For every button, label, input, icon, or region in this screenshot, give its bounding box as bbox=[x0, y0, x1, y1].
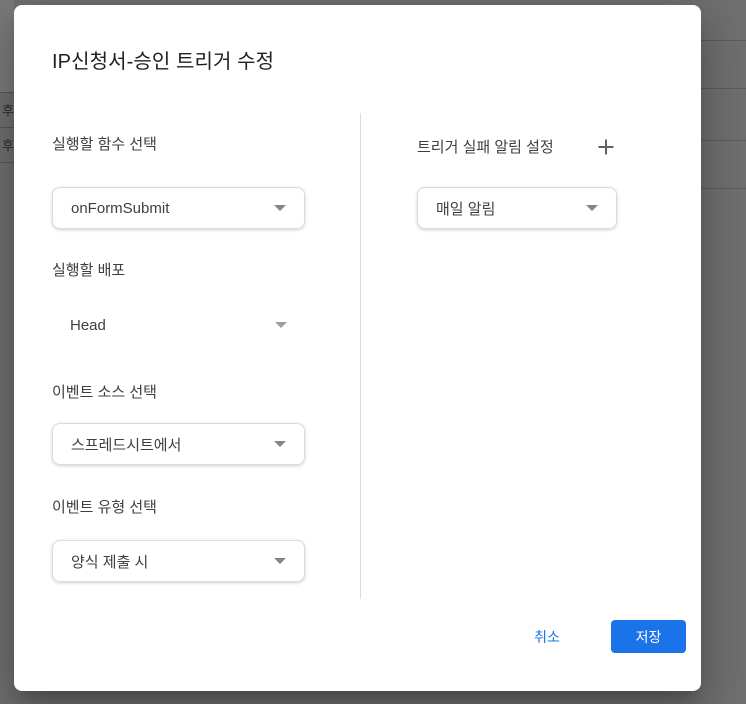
background-table-header bbox=[0, 0, 14, 93]
background-table-row: 후 bbox=[0, 93, 14, 128]
event-type-select-value: 양식 제출 시 bbox=[71, 551, 274, 572]
dialog-title: IP신청서-승인 트리거 수정 bbox=[52, 48, 274, 76]
caret-down-icon bbox=[274, 558, 286, 564]
event-source-select-label: 이벤트 소스 선택 bbox=[52, 383, 157, 403]
add-notification-button[interactable] bbox=[592, 133, 620, 161]
function-select[interactable]: onFormSubmit bbox=[52, 187, 305, 229]
save-button[interactable]: 저장 bbox=[611, 620, 686, 653]
event-type-select-label: 이벤트 유형 선택 bbox=[52, 498, 157, 518]
notification-frequency-select[interactable]: 매일 알림 bbox=[417, 187, 617, 229]
caret-down-icon bbox=[274, 205, 286, 211]
background-row-divider bbox=[701, 140, 746, 141]
background-row-divider bbox=[701, 88, 746, 89]
background-cell-text: 후 bbox=[2, 103, 14, 118]
cancel-button[interactable]: 취소 bbox=[517, 620, 577, 653]
function-select-label: 실행할 함수 선택 bbox=[52, 135, 157, 155]
deployment-select-value: Head bbox=[70, 317, 275, 334]
background-table-right bbox=[701, 0, 746, 704]
caret-down-icon bbox=[586, 205, 598, 211]
background-cell-text: 후 bbox=[2, 138, 14, 153]
notification-frequency-value: 매일 알림 bbox=[436, 198, 586, 219]
caret-down-icon bbox=[275, 322, 287, 328]
background-table-left: 후 후 bbox=[0, 0, 14, 704]
plus-icon bbox=[597, 138, 615, 156]
failure-notification-label: 트리거 실패 알림 설정 bbox=[417, 138, 554, 158]
caret-down-icon bbox=[274, 441, 286, 447]
background-table-row: 후 bbox=[0, 128, 14, 163]
column-divider bbox=[360, 113, 361, 599]
background-row-divider bbox=[701, 40, 746, 41]
function-select-value: onFormSubmit bbox=[71, 200, 274, 217]
deployment-select[interactable]: Head bbox=[52, 305, 305, 345]
event-type-select[interactable]: 양식 제출 시 bbox=[52, 540, 305, 582]
trigger-edit-dialog: IP신청서-승인 트리거 수정 실행할 함수 선택 onFormSubmit 실… bbox=[14, 5, 701, 691]
deployment-select-label: 실행할 배포 bbox=[52, 261, 125, 281]
background-row-divider bbox=[701, 188, 746, 189]
event-source-select[interactable]: 스프레드시트에서 bbox=[52, 423, 305, 465]
event-source-select-value: 스프레드시트에서 bbox=[71, 434, 274, 455]
